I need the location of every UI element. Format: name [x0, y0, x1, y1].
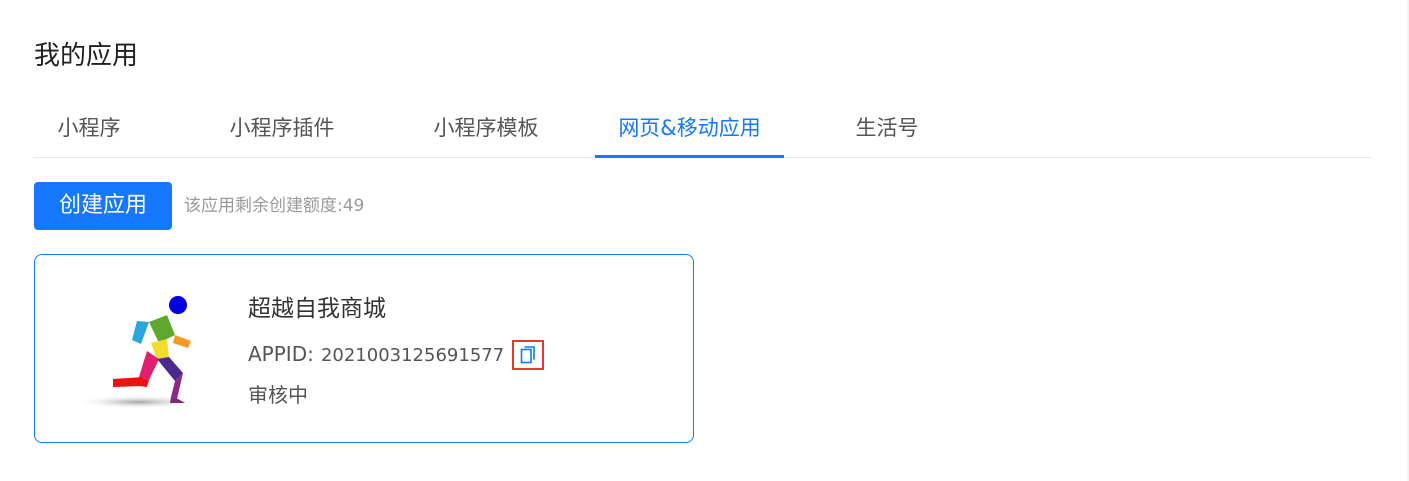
page-title: 我的应用: [34, 41, 139, 71]
appid-value: 2021003125691577: [320, 345, 505, 366]
tab-mini-program-plugin[interactable]: 小程序插件: [193, 100, 371, 157]
app-card[interactable]: 超越自我商城 APPID: 2021003125691577 审核中: [34, 254, 694, 443]
app-type-tabs: 小程序 小程序插件 小程序模板 网页&移动应用 生活号: [33, 100, 1371, 158]
tab-life-account[interactable]: 生活号: [833, 100, 941, 157]
copy-icon: [520, 346, 535, 364]
tab-mini-program-template[interactable]: 小程序模板: [397, 100, 575, 157]
running-man-logo: [81, 296, 191, 408]
tab-mini-program[interactable]: 小程序: [33, 100, 145, 157]
tab-web-mobile-app[interactable]: 网页&移动应用: [595, 100, 784, 158]
create-app-button[interactable]: 创建应用: [34, 182, 172, 230]
appid-row: APPID: 2021003125691577: [248, 339, 504, 369]
copy-appid-button[interactable]: [512, 340, 544, 370]
app-status: 审核中: [248, 383, 308, 407]
app-name: 超越自我商城: [248, 296, 386, 322]
create-quota-text: 该应用剩余创建额度:49: [184, 196, 365, 216]
appid-label: APPID:: [248, 342, 314, 366]
